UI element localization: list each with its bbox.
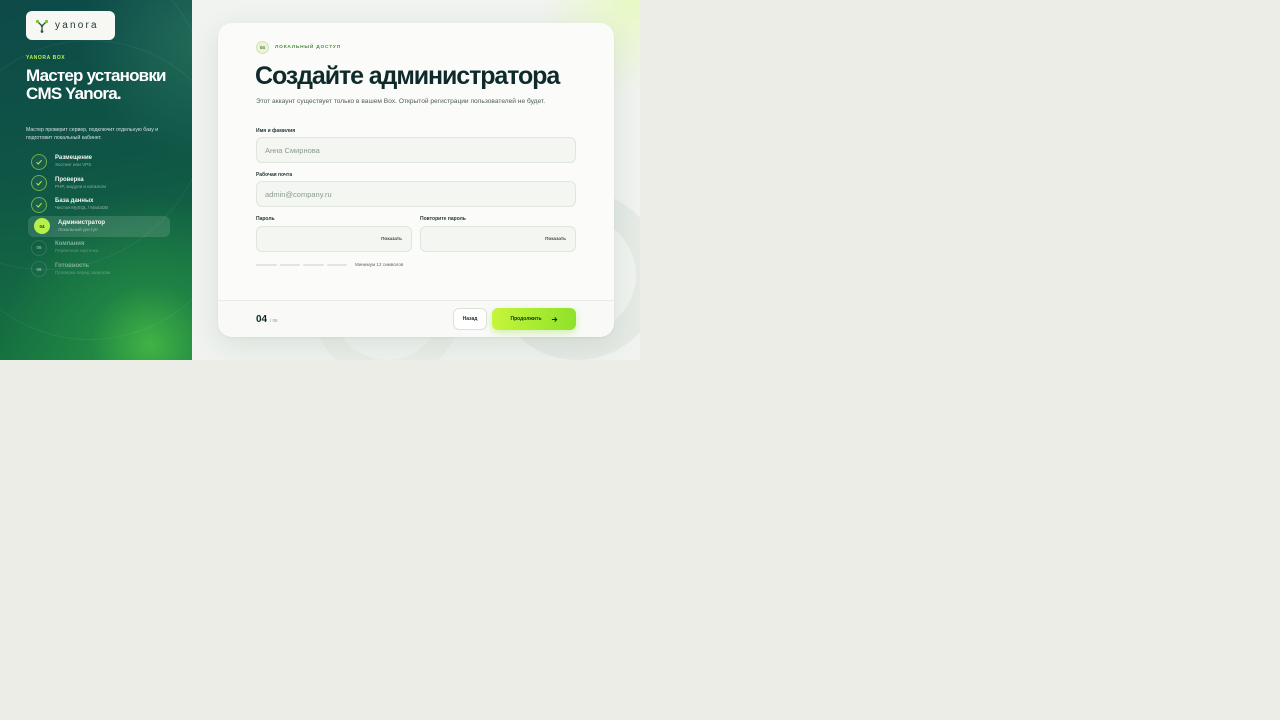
- current-page: 04: [256, 314, 268, 325]
- name-field[interactable]: [256, 137, 576, 163]
- logo-mark-icon: [35, 19, 49, 33]
- eyebrow-label: ЛОКАЛЬНЫЙ ДОСТУП: [275, 45, 341, 50]
- check-icon: [31, 196, 47, 213]
- step-subtitle: Хостинг или VPS: [55, 162, 92, 168]
- step-subtitle: Первичная карточка: [55, 248, 99, 254]
- page-counter: 04 / 06: [256, 314, 278, 325]
- sidebar-description: Мастер проверит сервер, подключит отдель…: [26, 127, 159, 141]
- email-input[interactable]: [265, 189, 575, 199]
- show-password-repeat-button[interactable]: Показать: [545, 236, 566, 241]
- card-eyebrow: 04 ЛОКАЛЬНЫЙ ДОСТУП: [256, 41, 341, 54]
- step-subtitle: Проверка перед запуском: [55, 269, 111, 275]
- step-item-hosting[interactable]: Размещение Хостинг или VPS: [28, 151, 170, 173]
- arrow-right-icon: [551, 316, 557, 322]
- total-pages: / 06: [269, 318, 278, 323]
- step-subtitle: Локальный доступ: [58, 226, 98, 232]
- setup-card: 04 ЛОКАЛЬНЫЙ ДОСТУП Создайте администрат…: [218, 23, 614, 337]
- password-strength-meter: Минимум 12 символов: [256, 262, 403, 267]
- sidebar-title: Мастер установки CMS Yanora.: [26, 66, 167, 103]
- continue-label: Продолжить: [510, 316, 542, 322]
- step-item-company[interactable]: 05 Компания Первичная карточка: [28, 237, 170, 259]
- name-label: Имя и фамилия: [256, 128, 296, 134]
- page-description: Этот аккаунт существует только в вашем B…: [256, 98, 546, 105]
- step-list: Размещение Хостинг или VPS Проверка PHP,…: [28, 151, 170, 280]
- step-subtitle: PHP, модули и каталоги: [55, 183, 106, 189]
- strength-segment: [256, 263, 277, 266]
- step-name: Администратор: [58, 219, 106, 226]
- step-name: База данных: [55, 198, 94, 205]
- strength-segment: [279, 263, 300, 266]
- strength-hint: Минимум 12 символов: [355, 262, 404, 267]
- step-subtitle: Чистая MySQL / MariaDB: [55, 205, 109, 211]
- step-item-ready[interactable]: 06 Готовность Проверка перед запуском: [28, 259, 170, 281]
- email-label: Рабочая почта: [256, 172, 293, 178]
- password-repeat-label: Повторите пароль: [420, 216, 466, 222]
- check-icon: [31, 153, 47, 170]
- sidebar: yanora YANORA BOX Мастер установки CMS Y…: [0, 0, 240, 360]
- full-name-input[interactable]: [265, 145, 575, 155]
- step-item-check[interactable]: Проверка PHP, модули и каталоги: [28, 173, 170, 195]
- step-name: Размещение: [55, 155, 92, 162]
- sidebar-kicker: YANORA BOX: [26, 55, 66, 61]
- back-button[interactable]: Назад: [453, 308, 487, 330]
- strength-segment: [303, 263, 324, 266]
- check-icon: [31, 175, 47, 192]
- step-number-badge: 06: [31, 261, 47, 278]
- step-item-admin[interactable]: 04 Администратор Локальный доступ: [28, 215, 170, 237]
- strength-segment: [326, 263, 347, 266]
- brand-name: yanora: [55, 20, 99, 31]
- email-field[interactable]: [256, 181, 576, 207]
- step-item-database[interactable]: База данных Чистая MySQL / MariaDB: [28, 194, 170, 216]
- step-name: Проверка: [55, 176, 84, 183]
- password-repeat-field[interactable]: Показать: [420, 226, 576, 252]
- installer-window: yanora YANORA BOX Мастер установки CMS Y…: [0, 0, 640, 360]
- step-badge: 04: [256, 41, 269, 54]
- password-label: Пароль: [256, 216, 275, 222]
- step-name: Готовность: [55, 262, 90, 269]
- page-title: Создайте администратора: [255, 62, 560, 90]
- show-password-button[interactable]: Показать: [381, 236, 402, 241]
- continue-button[interactable]: Продолжить: [492, 308, 576, 330]
- step-name: Компания: [55, 241, 85, 248]
- step-number-badge: 05: [31, 239, 47, 256]
- step-number-badge: 04: [34, 218, 50, 235]
- brand-logo[interactable]: yanora: [26, 11, 115, 40]
- password-field[interactable]: Показать: [256, 226, 412, 252]
- card-footer: 04 / 06 Назад Продолжить: [218, 300, 614, 337]
